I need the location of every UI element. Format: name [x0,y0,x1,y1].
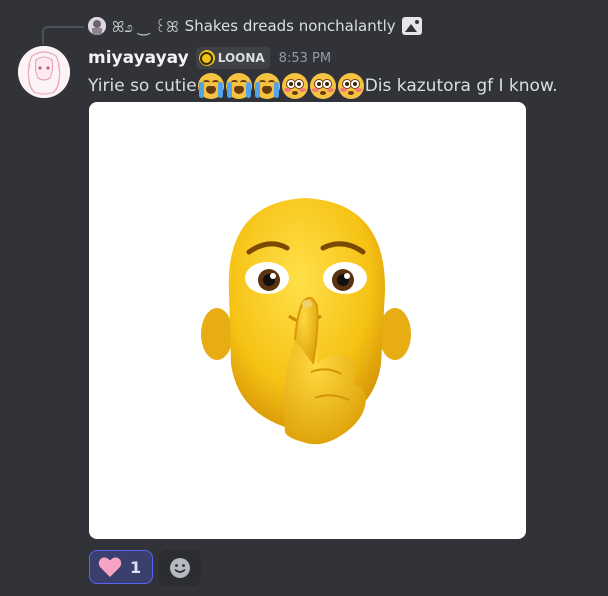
reply-avatar[interactable] [88,17,106,35]
reaction-count: 1 [130,557,142,577]
message-content: Yirie so cutie Dis kazutora gf I know. [88,72,558,100]
add-reaction-button[interactable] [159,550,201,586]
flushed-face-icon [281,73,308,99]
role-tag-label: LOONA [217,51,265,65]
loudly-crying-face-icon [197,73,224,99]
flushed-face-icon [309,73,336,99]
pink-heart-icon [98,557,122,577]
image-icon [401,17,422,35]
shushing-face-image [201,198,411,445]
image-attachment[interactable] [89,102,526,539]
message-text-before: Yirie so cutie [88,76,197,96]
reaction-pink-heart[interactable]: 1 [89,550,153,584]
loudly-crying-face-icon [253,73,280,99]
username[interactable]: miyayayay [88,48,189,68]
reactions-bar: 1 [89,550,201,586]
reply-content[interactable]: Shakes dreads nonchalantly [185,17,396,35]
role-badge-icon [198,50,215,66]
smiley-add-icon [170,558,190,578]
message-text-after: Dis kazutora gf I know. [364,76,558,96]
reply-author[interactable]: ꕤ೨ ‿ ꒰ꕤ [112,16,179,36]
user-avatar[interactable] [18,46,70,98]
role-tag[interactable]: LOONA [195,47,270,69]
message-header: miyayayay LOONA 8:53 PM [88,44,331,72]
reply-preview[interactable]: ꕤ೨ ‿ ꒰ꕤ Shakes dreads nonchalantly [88,14,422,38]
timestamp: 8:53 PM [278,50,332,66]
flushed-face-icon [337,73,364,99]
loudly-crying-face-icon [225,73,252,99]
reply-connector [42,26,84,44]
